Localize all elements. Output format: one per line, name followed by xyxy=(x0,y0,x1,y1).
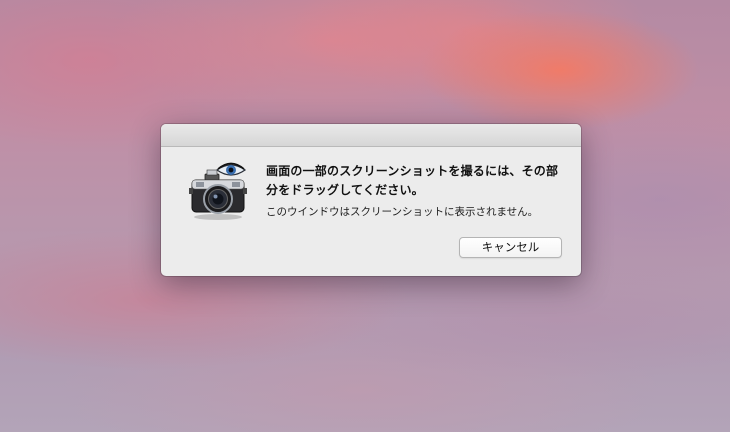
cancel-button[interactable]: キャンセル xyxy=(459,237,562,258)
screenshot-alert-dialog: 画面の一部のスクリーンショットを撮るには、その部分をドラッグしてください。 この… xyxy=(161,124,581,276)
alert-informative-text: このウインドウはスクリーンショットに表示されません。 xyxy=(266,206,539,218)
alert-message: 画面の一部のスクリーンショットを撮るには、その部分をドラッグしてください。 xyxy=(266,164,559,197)
camera-with-eye-icon xyxy=(187,160,251,224)
desktop-background: 画面の一部のスクリーンショットを撮るには、その部分をドラッグしてください。 この… xyxy=(0,0,730,432)
dialog-titlebar[interactable] xyxy=(161,124,581,147)
